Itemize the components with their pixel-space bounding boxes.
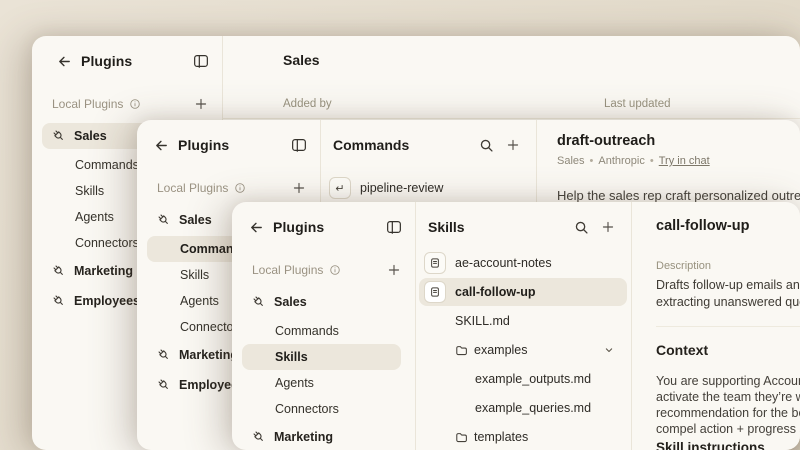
add-skill-button[interactable] [601, 220, 615, 234]
sidebar: Plugins Local Plugins Sales Commands Ski… [232, 202, 416, 450]
plug-icon [252, 430, 266, 444]
detail-title: draft-outreach [557, 133, 655, 149]
window-title: Plugins [81, 53, 193, 69]
local-plugins-section-header: Local Plugins [52, 93, 208, 115]
info-icon[interactable] [129, 98, 141, 110]
plug-icon [157, 213, 171, 227]
list-item-pipeline-review[interactable]: ↵ pipeline-review [324, 174, 532, 202]
description-label: Description [656, 260, 711, 272]
sidebar-toggle-icon[interactable] [291, 138, 307, 152]
bullet-separator: • [590, 155, 594, 167]
context-text: You are supporting Account Ex activate t… [656, 373, 800, 437]
add-command-button[interactable] [506, 138, 520, 152]
skill-instructions-heading: Skill instructions [656, 440, 765, 450]
nav-bar: Plugins [154, 134, 307, 156]
bullet-separator: • [650, 155, 654, 167]
info-icon[interactable] [234, 182, 246, 194]
chevron-down-icon[interactable] [603, 344, 615, 356]
file-item-skill-md[interactable]: SKILL.md [419, 307, 627, 335]
sidebar-toggle-icon[interactable] [193, 54, 209, 68]
column-last-updated: Last updated [604, 98, 671, 110]
plug-icon [52, 294, 66, 308]
back-arrow-icon[interactable] [154, 138, 169, 153]
search-icon[interactable] [479, 138, 494, 153]
skills-tree: ae-account-notes call-follow-up SKILL.md… [419, 249, 627, 450]
sidebar-item-sales[interactable]: Sales [242, 289, 401, 315]
section-label: Local Plugins [252, 263, 323, 277]
description-text: Drafts follow-up emails and ana extracti… [656, 277, 800, 311]
detail-body-text: Help the sales rep craft personalized ou… [557, 188, 800, 203]
panel-title: Skills [428, 219, 574, 235]
context-heading: Context [656, 342, 708, 358]
desktop-background: { "colors": { "page_background": "#e4dcc… [0, 0, 800, 450]
add-plugin-button[interactable] [194, 97, 208, 111]
panel-header: Skills [428, 216, 615, 238]
folder-icon [455, 344, 468, 357]
nav-bar: Plugins [249, 216, 402, 238]
add-plugin-button[interactable] [292, 181, 306, 195]
panel-header: Commands [333, 134, 520, 156]
meta-author: Anthropic [598, 155, 644, 167]
skill-item-call-follow-up[interactable]: call-follow-up [419, 278, 627, 306]
skill-detail-panel: call-follow-up Description Drafts follow… [632, 202, 800, 450]
sidebar-items: Sales Commands Skills Agents Connectors … [242, 289, 401, 450]
detail-meta: Sales • Anthropic • Try in chat [557, 155, 710, 167]
page-title: Sales [283, 52, 320, 68]
back-arrow-icon[interactable] [57, 54, 72, 69]
return-key-icon: ↵ [329, 177, 351, 199]
search-icon[interactable] [574, 220, 589, 235]
column-added-by: Added by [283, 98, 332, 110]
panel-title: Commands [333, 137, 479, 153]
file-item-example-outputs[interactable]: example_outputs.md [419, 365, 627, 393]
local-plugins-section-header: Local Plugins [157, 177, 306, 199]
divider [656, 326, 800, 327]
folder-item-templates[interactable]: templates [419, 423, 627, 450]
commands-list: ↵ pipeline-review [324, 174, 532, 203]
window-title: Plugins [273, 219, 386, 235]
info-icon[interactable] [329, 264, 341, 276]
try-in-chat-link[interactable]: Try in chat [659, 155, 710, 167]
folder-item-examples[interactable]: examples [419, 336, 627, 364]
file-item-example-queries[interactable]: example_queries.md [419, 394, 627, 422]
plug-icon [252, 295, 266, 309]
sidebar-item-marketing[interactable]: Marketing [242, 424, 401, 450]
folder-icon [455, 431, 468, 444]
table-header-row: Added by Last updated [222, 92, 800, 119]
nav-bar: Plugins [57, 50, 209, 72]
plug-icon [52, 264, 66, 278]
sidebar-item-connectors[interactable]: Connectors [242, 396, 401, 422]
add-plugin-button[interactable] [387, 263, 401, 277]
section-label: Local Plugins [52, 97, 123, 111]
skill-scroll-icon [424, 252, 446, 274]
sidebar-item-agents[interactable]: Agents [242, 370, 401, 396]
section-label: Local Plugins [157, 181, 228, 195]
plug-icon [52, 129, 66, 143]
skill-item-ae-account-notes[interactable]: ae-account-notes [419, 249, 627, 277]
skills-list-panel: Skills ae-account-notes call-follow-up S… [415, 202, 632, 450]
sidebar-item-label: Sales [74, 129, 107, 143]
local-plugins-section-header: Local Plugins [252, 259, 401, 281]
meta-plugin: Sales [557, 155, 585, 167]
plugins-window-front: Plugins Local Plugins Sales Commands Ski… [232, 202, 800, 450]
detail-title: call-follow-up [656, 218, 749, 234]
window-title: Plugins [178, 137, 291, 153]
plug-icon [157, 348, 171, 362]
skill-scroll-icon [424, 281, 446, 303]
back-arrow-icon[interactable] [249, 220, 264, 235]
sidebar-item-commands[interactable]: Commands [242, 318, 401, 344]
sidebar-toggle-icon[interactable] [386, 220, 402, 234]
sidebar-item-skills[interactable]: Skills [242, 344, 401, 370]
plug-icon [157, 378, 171, 392]
